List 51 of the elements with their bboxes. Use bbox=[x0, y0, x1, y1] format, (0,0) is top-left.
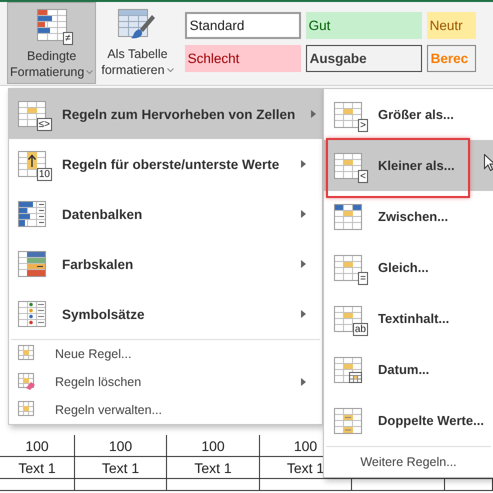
icon-sets-icon bbox=[18, 301, 46, 327]
icon-symbol: 10 bbox=[36, 168, 52, 181]
menu-item[interactable]: = Gleich... bbox=[324, 242, 493, 293]
table-cell: 100 bbox=[75, 435, 167, 457]
conditional-formatting-icon bbox=[36, 9, 67, 41]
manage-rules-icon bbox=[18, 401, 36, 419]
menu-item[interactable]: ≤> Regeln zum Hervorheben von Zellen bbox=[9, 89, 322, 139]
menu-item[interactable]: < Kleiner als... bbox=[324, 140, 493, 191]
duplicate-cells-icon bbox=[334, 408, 362, 434]
table-cell: Text 1 bbox=[75, 457, 167, 479]
table-cell: 100 bbox=[0, 435, 75, 457]
ribbon-button[interactable]: ≠ Bedingte Formatierung bbox=[7, 2, 96, 84]
menu-item[interactable]: Regeln verwalten... bbox=[9, 396, 322, 424]
cell-style[interactable]: Gut bbox=[306, 12, 422, 39]
icon-symbol: ≤> bbox=[36, 118, 52, 131]
menu-item[interactable]: Symbolsätze bbox=[9, 289, 322, 339]
color-scales-icon bbox=[18, 251, 46, 277]
menu-item[interactable]: Neue Regel... bbox=[9, 340, 322, 368]
icon-symbol: ab bbox=[352, 322, 368, 336]
between-cells-icon bbox=[334, 204, 362, 230]
more-rules-link[interactable]: Weitere Regeln... bbox=[324, 447, 493, 477]
icon-symbol: = bbox=[358, 272, 368, 284]
menu-item[interactable]: Regeln löschen bbox=[9, 368, 322, 396]
table-cell bbox=[445, 479, 493, 491]
highlight-cells-icon bbox=[334, 102, 362, 128]
cell-style[interactable]: Standard bbox=[184, 12, 301, 39]
mouse-pointer-icon bbox=[484, 154, 493, 171]
calendar-cells-icon bbox=[334, 356, 362, 382]
menu-item[interactable]: Zwischen... bbox=[324, 191, 493, 242]
icon-symbol: ≠ bbox=[63, 32, 73, 45]
table-cell: Text 1 bbox=[0, 457, 75, 479]
menu-item[interactable]: Datenbalken bbox=[9, 189, 322, 239]
menu-item[interactable]: > Größer als... bbox=[324, 89, 493, 140]
table-cell: 100 bbox=[167, 435, 260, 457]
clear-rules-icon bbox=[18, 373, 36, 391]
ribbon-button[interactable]: Als Tabelle formatieren bbox=[98, 2, 177, 84]
menu-item[interactable]: Farbskalen bbox=[9, 239, 322, 289]
data-bars-icon bbox=[18, 201, 46, 227]
icon-symbol: > bbox=[358, 118, 368, 132]
menu-item[interactable]: Doppelte Werte... bbox=[324, 395, 493, 446]
table-cell: Text 1 bbox=[167, 457, 260, 479]
highlight-cells-icon bbox=[334, 152, 362, 178]
table-format-icon bbox=[118, 9, 156, 39]
cell-style[interactable]: Neutr bbox=[426, 12, 476, 39]
highlight-cells-icon bbox=[334, 254, 362, 280]
menu-item[interactable]: Datum... bbox=[324, 344, 493, 395]
cell-style[interactable]: Schlecht bbox=[184, 45, 301, 72]
menu-item[interactable]: ab Textinhalt... bbox=[324, 293, 493, 344]
icon-symbol: < bbox=[358, 170, 368, 182]
menu-item[interactable]: 10 Regeln für oberste/unterste Werte bbox=[9, 139, 322, 189]
cell-style[interactable]: Ausgabe bbox=[306, 45, 422, 72]
